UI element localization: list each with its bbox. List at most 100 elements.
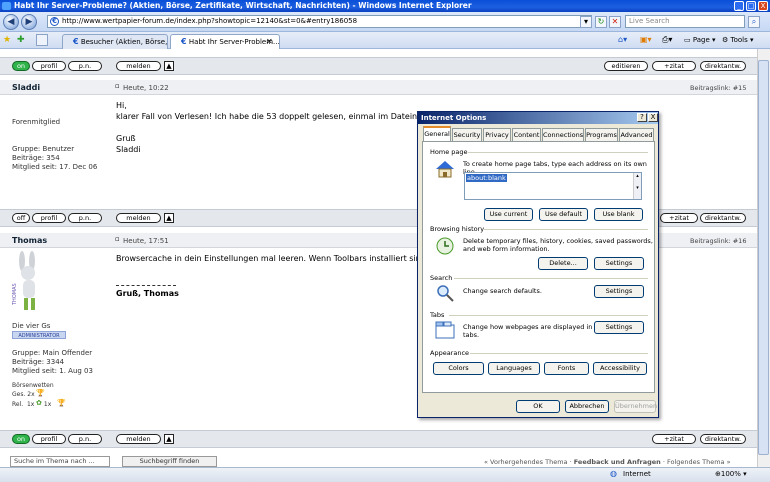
apply-button[interactable]: Übernehmen bbox=[614, 400, 657, 413]
tab-connections[interactable]: Connections bbox=[542, 128, 584, 142]
feeds-icon[interactable]: ▣▾ bbox=[640, 35, 652, 44]
tab-security[interactable]: Security bbox=[452, 128, 482, 142]
use-blank-button[interactable]: Use blank bbox=[594, 208, 643, 221]
fonts-button[interactable]: Fonts bbox=[544, 362, 589, 375]
favorites-star-icon[interactable]: ★ bbox=[3, 35, 11, 45]
profile-button[interactable]: profil bbox=[32, 61, 66, 71]
pm-button[interactable]: p.n. bbox=[68, 61, 102, 71]
quick-tabs-icon[interactable] bbox=[36, 34, 48, 46]
report-button[interactable]: melden bbox=[116, 61, 161, 71]
use-current-button[interactable]: Use current bbox=[484, 208, 533, 221]
scroll-top-icon[interactable]: ▲ bbox=[164, 213, 174, 223]
ie-icon bbox=[2, 2, 11, 10]
quote-button[interactable]: +zitat bbox=[652, 61, 696, 71]
offline-status-button[interactable]: off bbox=[12, 213, 30, 223]
help-icon[interactable]: ? bbox=[637, 113, 647, 122]
home-page-icon bbox=[436, 161, 454, 178]
minimize-button[interactable]: _ bbox=[734, 1, 744, 11]
search-settings-button[interactable]: Settings bbox=[594, 285, 644, 298]
status-bar bbox=[0, 467, 770, 482]
boersenwetten-label: Börsenwetten bbox=[12, 382, 54, 389]
tools-menu-label: Tools bbox=[730, 36, 748, 44]
online-status-button[interactable]: on bbox=[12, 434, 30, 444]
forum-link[interactable]: Feedback und Anfragen bbox=[574, 458, 661, 466]
history-settings-button[interactable]: Settings bbox=[594, 257, 644, 270]
tab-server-probleme[interactable]: € Habt Ihr Server-Problem... bbox=[170, 34, 280, 49]
home-icon[interactable]: ⌂▾ bbox=[618, 35, 627, 44]
refresh-icon[interactable]: ↻ bbox=[595, 16, 607, 28]
next-topic-link[interactable]: Folgendes Thema » bbox=[667, 458, 731, 466]
signature-divider bbox=[116, 285, 176, 286]
report-button[interactable]: melden bbox=[116, 213, 161, 223]
print-icon[interactable]: ⎙▾ bbox=[662, 35, 672, 45]
home-page-scrollbar[interactable]: ▴ ▾ bbox=[633, 173, 641, 199]
scroll-top-icon[interactable]: ▲ bbox=[164, 61, 174, 71]
post-date: Heute, 10:22 bbox=[123, 84, 169, 92]
post-header bbox=[0, 80, 757, 95]
scroll-top-icon[interactable]: ▲ bbox=[164, 434, 174, 444]
close-tab-icon[interactable]: ✕ bbox=[266, 37, 273, 46]
post-link[interactable]: Beitragslink: #16 bbox=[690, 237, 746, 245]
post-link[interactable]: Beitragslink: #15 bbox=[690, 84, 746, 92]
reply-button[interactable]: direktantw. bbox=[700, 434, 746, 444]
post-line: Sladdi bbox=[116, 145, 141, 154]
ok-button[interactable]: OK bbox=[516, 400, 560, 413]
post-author[interactable]: Thomas bbox=[12, 236, 47, 245]
history-icon bbox=[436, 237, 454, 255]
post-author[interactable]: Sladdi bbox=[12, 83, 40, 92]
section-divider bbox=[470, 353, 648, 354]
search-icon[interactable]: ⌕ bbox=[748, 16, 760, 28]
home-page-heading: Home page bbox=[430, 148, 468, 156]
scrollbar-thumb[interactable] bbox=[758, 60, 769, 455]
user-rank: Die vier Gs bbox=[12, 322, 51, 330]
tab-privacy[interactable]: Privacy bbox=[483, 128, 511, 142]
prev-topic-link[interactable]: « Vorhergehendes Thema bbox=[484, 458, 568, 466]
magnifier-icon bbox=[437, 285, 454, 302]
profile-button[interactable]: profil bbox=[32, 434, 66, 444]
topic-search-button[interactable]: Suchbegriff finden bbox=[122, 456, 217, 467]
edit-button[interactable]: editieren bbox=[604, 61, 648, 71]
admin-badge: ADMINISTRATOR bbox=[12, 331, 66, 339]
page-menu[interactable]: ▭ Page ▾ bbox=[684, 36, 716, 44]
maximize-button[interactable]: □ bbox=[746, 1, 756, 11]
add-favorites-icon[interactable]: ✚ bbox=[17, 35, 25, 45]
languages-button[interactable]: Languages bbox=[488, 362, 540, 375]
post-date: Heute, 17:51 bbox=[123, 237, 169, 245]
delete-history-button[interactable]: Delete... bbox=[538, 257, 588, 270]
tab-general[interactable]: General bbox=[423, 126, 451, 142]
section-divider bbox=[449, 315, 648, 316]
zoom-value: 100% bbox=[720, 470, 741, 478]
tab-programs[interactable]: Programs bbox=[585, 128, 618, 142]
tab-content[interactable]: Content bbox=[512, 128, 541, 142]
reply-button[interactable]: direktantw. bbox=[700, 61, 746, 71]
stop-icon[interactable]: ✕ bbox=[609, 16, 621, 28]
profile-button[interactable]: profil bbox=[32, 213, 66, 223]
reply-button[interactable]: direktantw. bbox=[700, 213, 746, 223]
tab-besucher[interactable]: € Besucher (Aktien, Börse, Zer... bbox=[62, 34, 168, 49]
pm-button[interactable]: p.n. bbox=[68, 434, 102, 444]
quote-button[interactable]: +zitat bbox=[660, 213, 698, 223]
address-input[interactable]: http://www.wertpapier-forum.de/index.php… bbox=[47, 15, 592, 28]
report-button[interactable]: melden bbox=[116, 434, 161, 444]
accessibility-button[interactable]: Accessibility bbox=[593, 362, 647, 375]
online-status-button[interactable]: on bbox=[12, 61, 30, 71]
tools-menu[interactable]: ⚙ Tools ▾ bbox=[722, 36, 754, 44]
close-button[interactable]: X bbox=[758, 1, 768, 11]
pm-button[interactable]: p.n. bbox=[68, 213, 102, 223]
forward-icon[interactable]: ▶ bbox=[21, 14, 37, 30]
topic-search-input[interactable]: Suche im Thema nach ... bbox=[10, 456, 110, 467]
quote-button[interactable]: +zitat bbox=[652, 434, 696, 444]
history-text: Delete temporary files, history, cookies… bbox=[463, 237, 653, 245]
search-input[interactable]: Live Search bbox=[625, 15, 745, 28]
colors-button[interactable]: Colors bbox=[433, 362, 484, 375]
back-icon[interactable]: ◀ bbox=[3, 14, 19, 30]
cancel-button[interactable]: Abbrechen bbox=[565, 400, 609, 413]
tab-advanced[interactable]: Advanced bbox=[619, 128, 654, 142]
zoom-level[interactable]: ⊕100% ▾ bbox=[715, 470, 747, 478]
tabs-settings-button[interactable]: Settings bbox=[594, 321, 644, 334]
use-default-button[interactable]: Use default bbox=[539, 208, 588, 221]
address-dropdown-icon[interactable]: ▾ bbox=[580, 16, 592, 28]
dialog-close-icon[interactable]: X bbox=[648, 113, 658, 122]
search-heading: Search bbox=[430, 274, 453, 282]
history-text: and web form information. bbox=[463, 245, 550, 253]
